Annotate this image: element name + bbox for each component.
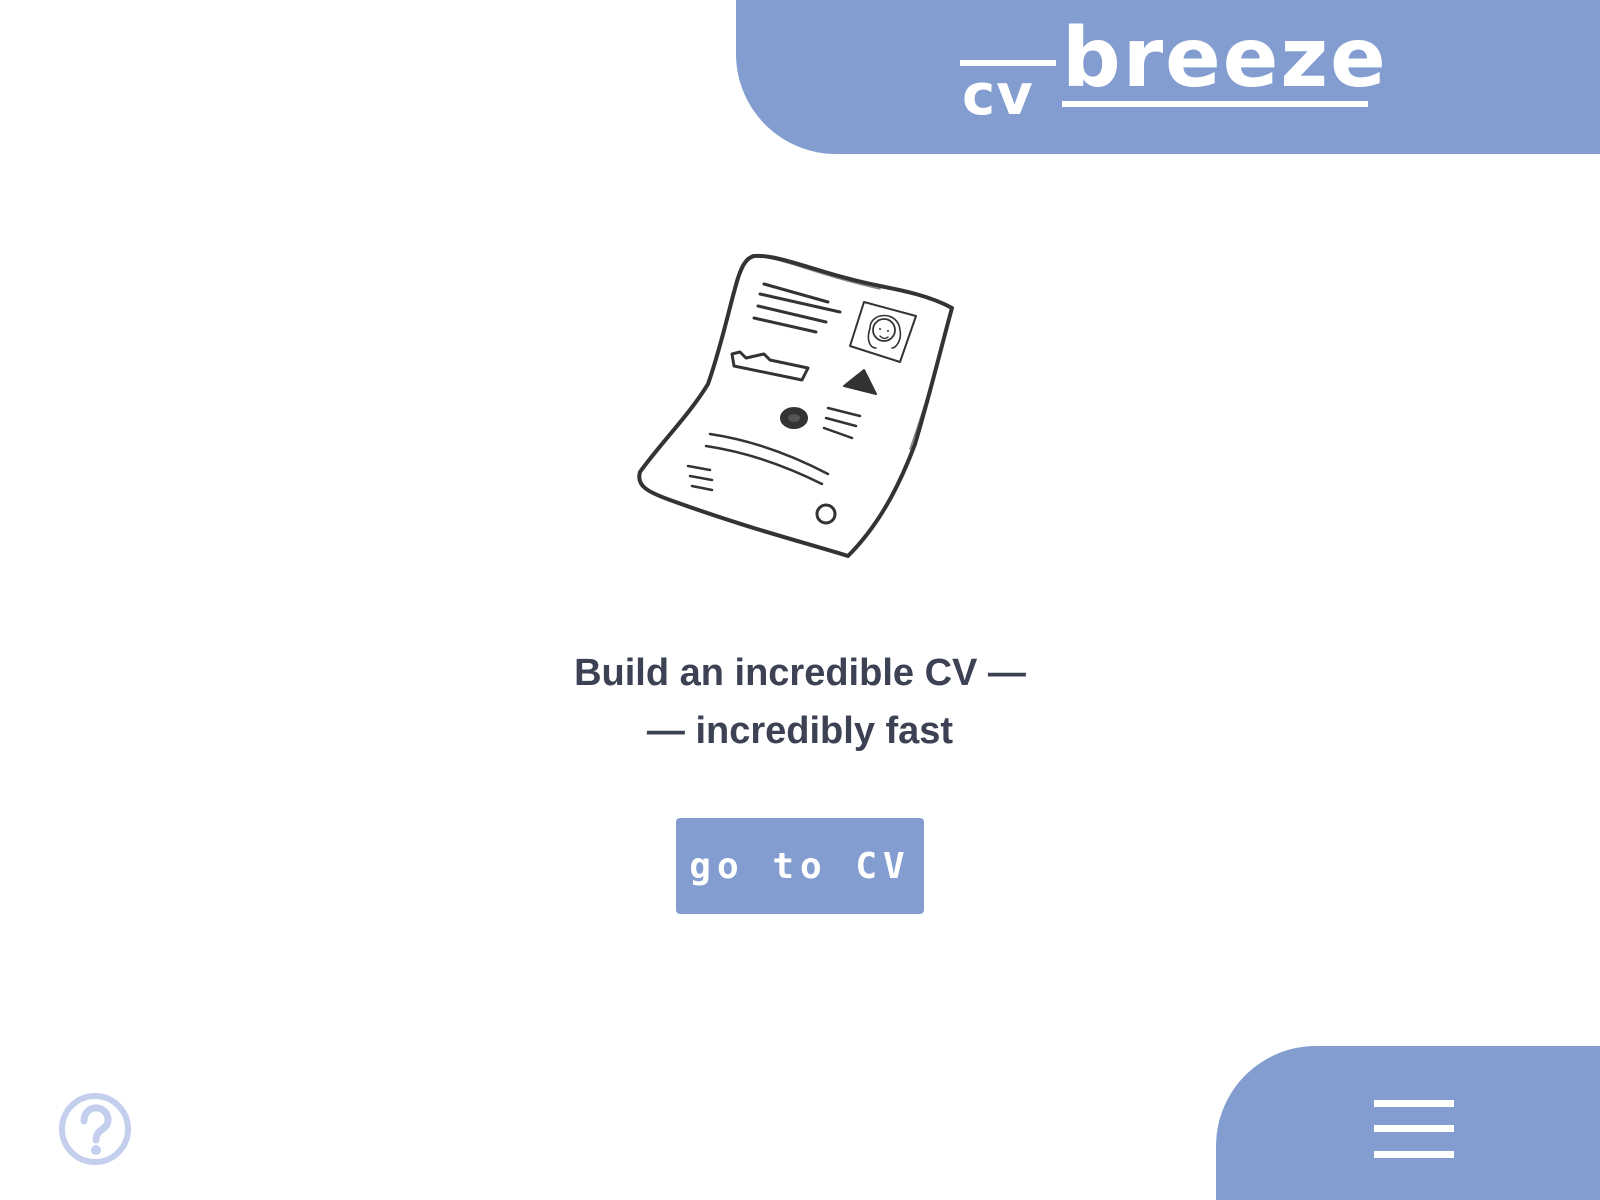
- logo-breeze-underline: [1062, 101, 1368, 107]
- menu-button[interactable]: [1216, 1046, 1600, 1200]
- question-circle-icon[interactable]: [58, 1092, 132, 1166]
- go-to-cv-button[interactable]: go to CV: [676, 818, 924, 914]
- header-logo-panel: cv breeze: [736, 0, 1600, 154]
- logo-breeze-text: breeze: [1062, 11, 1388, 106]
- hamburger-menu-icon: [1374, 1100, 1454, 1158]
- landing-page: cv breeze Build an incredible CV — — inc…: [0, 0, 1600, 1200]
- tagline-line-2: — incredibly fast: [646, 710, 954, 752]
- hero-tagline: Build an incredible CV — — incredibly fa…: [400, 644, 1200, 760]
- brand-logo[interactable]: cv breeze: [960, 14, 1386, 128]
- tagline-line-1: Build an incredible CV —: [574, 652, 1026, 694]
- logo-cv-text: cv: [962, 63, 1034, 128]
- cv-document-sketch-icon: [630, 244, 960, 564]
